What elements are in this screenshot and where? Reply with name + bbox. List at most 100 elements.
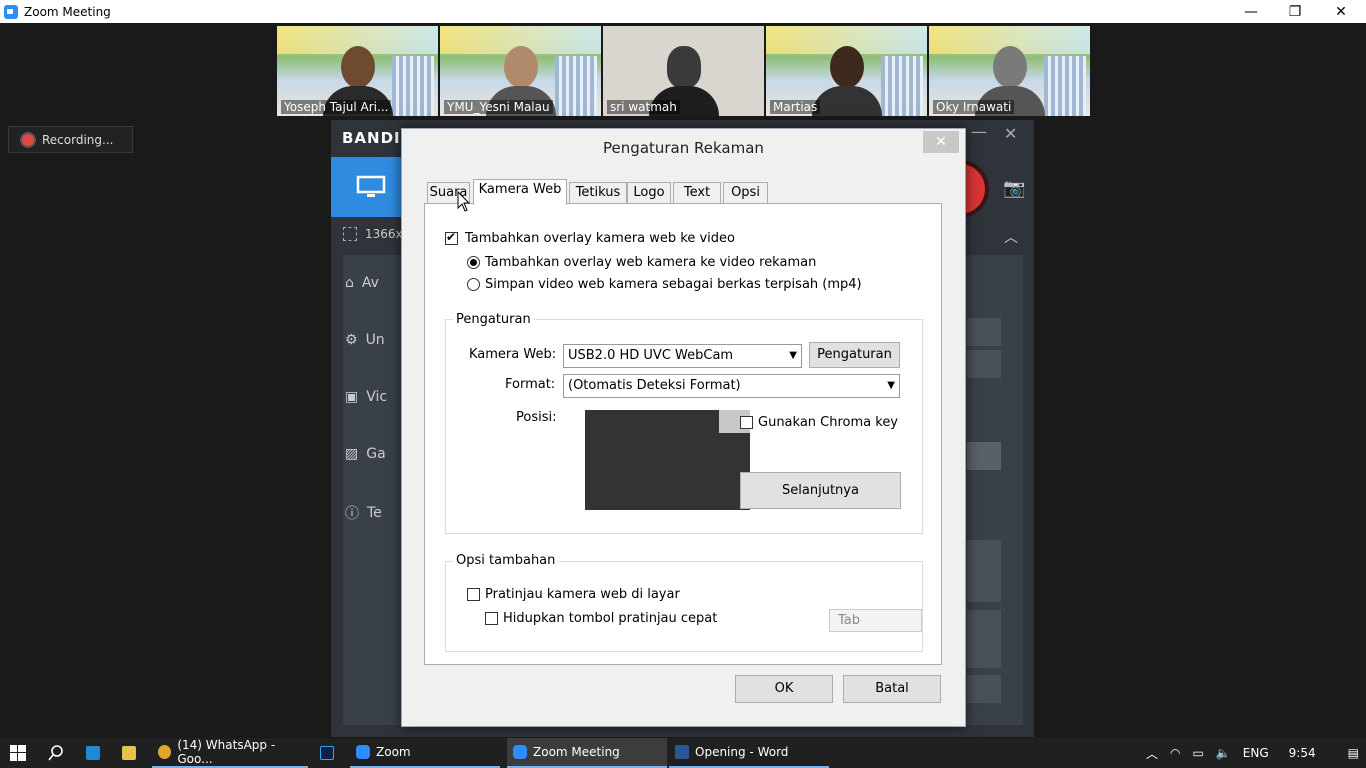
taskbar-item-word[interactable]: Opening - Word (669, 738, 829, 768)
hotkey-field[interactable]: Tab (829, 609, 922, 632)
dialog-title: Pengaturan Rekaman (603, 139, 764, 157)
taskbar: (14) WhatsApp - Goo... Zoom Zoom Meeting… (0, 738, 1366, 768)
panel-control (967, 610, 1001, 668)
panel-control[interactable] (967, 318, 1001, 346)
participant-tile[interactable]: sri watmah (603, 26, 764, 116)
panel-control (967, 540, 1001, 602)
panel-control[interactable] (967, 442, 1001, 470)
start-button[interactable] (4, 738, 34, 768)
chroma-key-label: Gunakan Chroma key (758, 415, 899, 430)
overlay-webcam-checkbox[interactable] (445, 230, 458, 245)
tab-opsi[interactable]: Opsi (723, 182, 768, 204)
battery-icon[interactable]: ▭ (1193, 746, 1204, 760)
separate-file-radio[interactable] (467, 278, 480, 291)
word-icon (675, 745, 689, 759)
preview-webcam-checkbox[interactable] (467, 588, 480, 601)
webcam-select[interactable]: USB2.0 HD UVC WebCam ▼ (563, 344, 802, 368)
overlay-webcam-label: Tambahkan overlay kamera web ke video (465, 231, 735, 246)
bandicam-minimize-button[interactable]: — (971, 122, 987, 141)
format-label: Format: (505, 377, 556, 392)
sidebar-item-about[interactable]: ⓘ Te (345, 503, 382, 523)
quick-preview-checkbox[interactable] (485, 612, 498, 625)
settings-group-title: Pengaturan (453, 312, 534, 327)
image-settings-icon: ▨ (345, 446, 359, 462)
dialog-close-button[interactable]: ✕ (923, 131, 959, 153)
clock[interactable]: 9:54 (1289, 746, 1316, 760)
panel-control[interactable] (967, 350, 1001, 378)
taskbar-item-whatsapp[interactable]: (14) WhatsApp - Goo... (152, 738, 308, 768)
close-button[interactable]: ✕ (1318, 0, 1364, 23)
participant-tile[interactable]: Oky Irnawati (929, 26, 1090, 116)
next-button[interactable]: Selanjutnya (740, 472, 901, 509)
search-button[interactable] (42, 738, 72, 768)
mouse-cursor-icon (457, 191, 471, 212)
zoom-icon (356, 745, 370, 759)
participant-tile[interactable]: YMU_Yesni Malau (440, 26, 601, 116)
cancel-button[interactable]: Batal (843, 675, 941, 703)
windows-icon (10, 745, 26, 761)
window-title: Zoom Meeting (24, 4, 111, 19)
system-tray: ︿ ◠ ▭ 🔈 ENG 9:54 ▤ (1146, 738, 1359, 768)
zoom-app-icon (4, 4, 18, 19)
position-label: Posisi: (516, 410, 557, 425)
chevron-down-icon: ▼ (887, 380, 895, 391)
file-explorer-button[interactable] (116, 738, 146, 768)
participant-strip: Yoseph Tajul Ari... YMU_Yesni Malau sri … (277, 26, 1090, 116)
resolution-display: 1366x (343, 227, 403, 241)
collapse-chevron-icon[interactable]: ︿ (1004, 227, 1018, 247)
minimize-button[interactable]: — (1228, 0, 1274, 23)
webcam-label: Kamera Web: (469, 347, 557, 362)
preview-webcam-label: Pratinjau kamera web di layar (485, 587, 680, 602)
sidebar-item-video[interactable]: ▣ Vic (345, 389, 387, 405)
monitor-icon (356, 175, 386, 197)
region-icon (343, 227, 357, 241)
participant-tile[interactable]: Martias (766, 26, 927, 116)
bandicam-close-button[interactable]: ✕ (1004, 124, 1017, 143)
screen-mode-button[interactable] (331, 157, 411, 217)
format-select[interactable]: (Otomatis Deteksi Format) ▼ (563, 374, 900, 398)
sidebar-item-home[interactable]: ⌂ Av (345, 275, 379, 291)
record-dot-icon (22, 133, 34, 146)
tab-text[interactable]: Text (673, 182, 721, 204)
restore-button[interactable]: ❐ (1272, 0, 1318, 23)
position-preview[interactable] (585, 410, 750, 510)
chroma-key-checkbox[interactable] (740, 416, 753, 429)
screenshot-camera-icon[interactable]: 📷 (1003, 178, 1025, 199)
bandicam-logo: BANDI (342, 129, 401, 147)
window-titlebar: Zoom Meeting — ❐ ✕ (0, 0, 1366, 23)
quick-preview-label: Hidupkan tombol pratinjau cepat (503, 611, 718, 626)
overlay-recording-radio[interactable] (467, 256, 480, 269)
photoshop-button[interactable] (314, 738, 344, 768)
chevron-up-icon[interactable]: ︿ (1146, 745, 1158, 762)
webcam-tab-panel: Tambahkan overlay kamera web ke video Ta… (424, 203, 942, 665)
notifications-icon[interactable]: ▤ (1348, 746, 1359, 760)
sidebar-item-general[interactable]: ⚙ Un (345, 332, 385, 348)
ok-button[interactable]: OK (735, 675, 833, 703)
panel-control[interactable] (967, 675, 1001, 703)
wifi-icon[interactable]: ◠ (1170, 746, 1180, 760)
extra-options-title: Opsi tambahan (453, 553, 559, 568)
volume-icon[interactable]: 🔈 (1216, 746, 1231, 760)
folder-icon (122, 746, 136, 760)
language-indicator[interactable]: ENG (1243, 746, 1269, 760)
photoshop-icon (320, 746, 334, 760)
vscode-button[interactable] (80, 738, 110, 768)
extra-options-group (445, 561, 923, 652)
taskbar-item-zoom-meeting[interactable]: Zoom Meeting (507, 738, 667, 768)
zoom-icon (513, 745, 527, 759)
gear-icon: ⚙ (345, 332, 358, 348)
tab-kamera-web[interactable]: Kamera Web (473, 179, 567, 205)
participant-name: Oky Irnawati (933, 100, 1015, 114)
sidebar-item-image[interactable]: ▨ Ga (345, 446, 386, 462)
separate-file-label: Simpan video web kamera sebagai berkas t… (485, 277, 862, 292)
tab-logo[interactable]: Logo (627, 182, 671, 204)
webcam-settings-button[interactable]: Pengaturan (809, 342, 900, 368)
taskbar-item-zoom[interactable]: Zoom (350, 738, 500, 768)
info-icon: ⓘ (345, 506, 359, 522)
participant-name: YMU_Yesni Malau (444, 100, 553, 114)
recording-indicator[interactable]: Recording... (8, 126, 133, 153)
recording-label: Recording... (42, 132, 114, 147)
participant-name: Yoseph Tajul Ari... (281, 100, 392, 114)
participant-tile[interactable]: Yoseph Tajul Ari... (277, 26, 438, 116)
tab-tetikus[interactable]: Tetikus (569, 182, 627, 204)
